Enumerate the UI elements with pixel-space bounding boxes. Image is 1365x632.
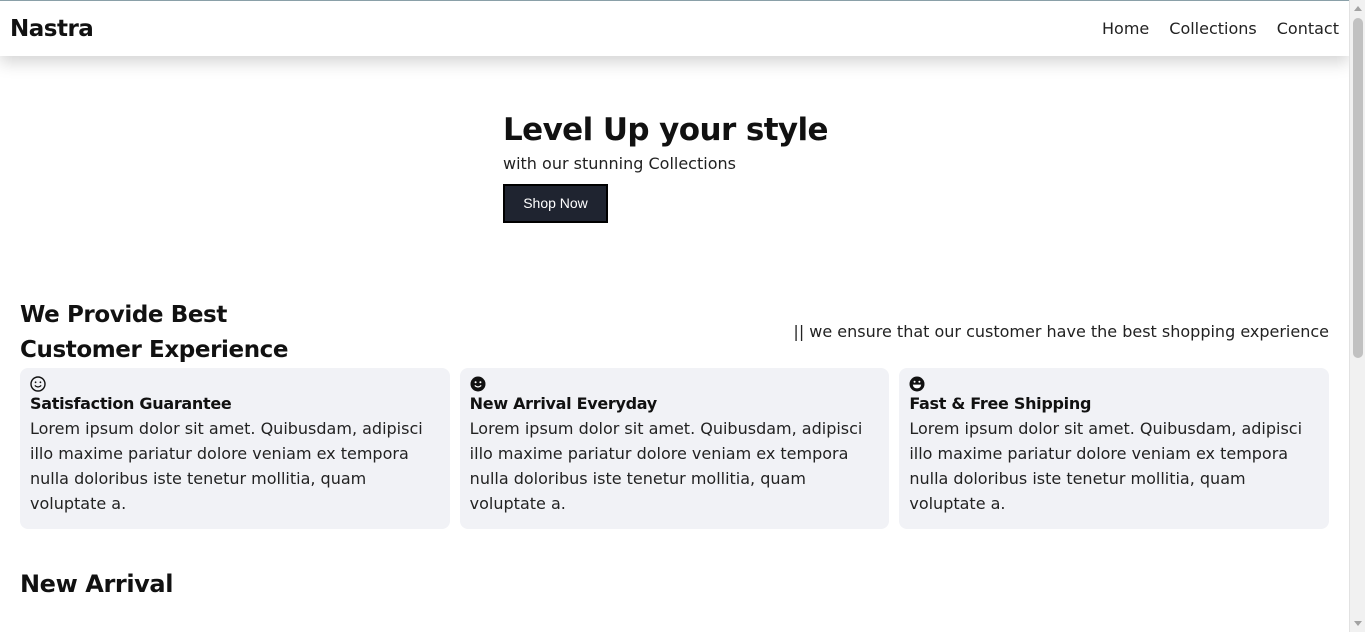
nav-contact-link[interactable]: Contact bbox=[1277, 19, 1339, 38]
scroll-down-arrow-icon[interactable] bbox=[1354, 621, 1362, 626]
site-header: Nastra Home Collections Contact bbox=[0, 0, 1349, 56]
main-nav: Home Collections Contact bbox=[1102, 19, 1339, 38]
feature-card-satisfaction: Satisfaction Guarantee Lorem ipsum dolor… bbox=[20, 368, 450, 529]
shop-now-button[interactable]: Shop Now bbox=[503, 184, 608, 223]
new-arrival-heading: New Arrival bbox=[20, 570, 174, 598]
feature-cards: Satisfaction Guarantee Lorem ipsum dolor… bbox=[20, 368, 1330, 529]
smile-filled-icon bbox=[470, 376, 486, 392]
page-scrollbar[interactable] bbox=[1349, 0, 1365, 632]
features-heading-line1: We Provide Best bbox=[20, 302, 227, 328]
feature-card-title: Satisfaction Guarantee bbox=[30, 394, 232, 413]
feature-card-new-arrival: New Arrival Everyday Lorem ipsum dolor s… bbox=[459, 368, 890, 529]
nav-collections-link[interactable]: Collections bbox=[1169, 19, 1256, 38]
page-viewport: Nastra Home Collections Contact Level Up… bbox=[0, 0, 1349, 632]
scroll-up-arrow-icon[interactable] bbox=[1354, 6, 1362, 11]
site-logo[interactable]: Nastra bbox=[10, 16, 94, 42]
feature-card-title: Fast & Free Shipping bbox=[909, 394, 1092, 413]
feature-card-title: New Arrival Everyday bbox=[469, 394, 658, 413]
features-heading-line2: Customer Experience bbox=[20, 337, 289, 363]
features-tagline: || we ensure that our customer have the … bbox=[793, 322, 1329, 341]
hero-title: Level Up your style bbox=[503, 112, 829, 148]
scrollbar-thumb[interactable] bbox=[1353, 18, 1363, 358]
feature-card-text: Lorem ipsum dolor sit amet. Quibusdam, a… bbox=[469, 419, 863, 513]
feature-card-text: Lorem ipsum dolor sit amet. Quibusdam, a… bbox=[909, 419, 1303, 513]
nav-home-link[interactable]: Home bbox=[1102, 19, 1149, 38]
hero-section: Level Up your style with our stunning Co… bbox=[503, 110, 829, 223]
grin-icon bbox=[909, 376, 925, 392]
feature-card-text: Lorem ipsum dolor sit amet. Quibusdam, a… bbox=[30, 419, 423, 513]
hero-subtitle: with our stunning Collections bbox=[503, 154, 736, 173]
features-heading: We Provide Best Customer Experience bbox=[20, 298, 289, 368]
smile-outline-icon bbox=[30, 376, 46, 392]
feature-card-shipping: Fast & Free Shipping Lorem ipsum dolor s… bbox=[899, 368, 1330, 529]
